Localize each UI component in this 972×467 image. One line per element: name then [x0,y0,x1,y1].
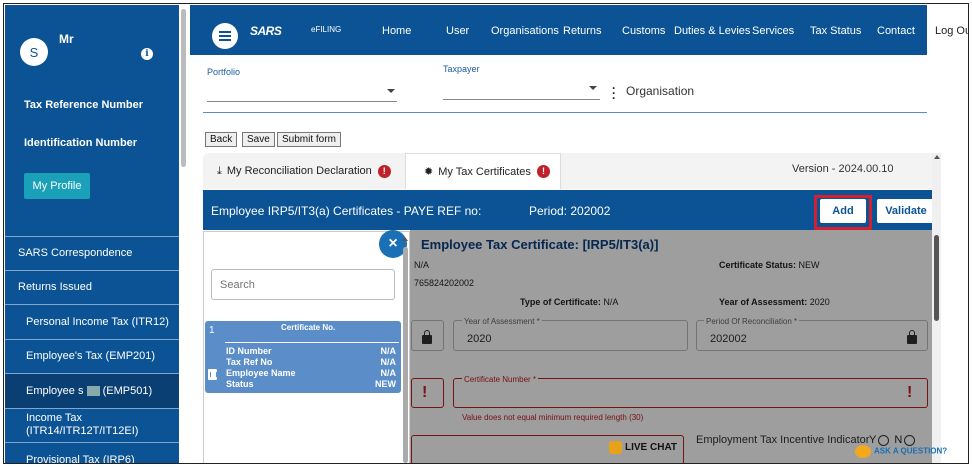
divider [5,339,179,340]
nav-services[interactable]: Services [752,25,794,37]
divider [225,342,399,343]
sidebar-scrollbar[interactable] [180,5,188,463]
scroll-thumb[interactable] [403,247,408,463]
top-nav: SARS eFILING Home User Organisations Ret… [190,5,968,55]
divider [5,236,179,237]
sidebar-item-label: Employee s [26,385,84,397]
scroll-thumb[interactable] [934,235,939,321]
card-row: Tax Ref No N/A [226,357,396,367]
tab-label: My Tax Certificates [438,165,531,178]
user-name: Mr [59,32,74,46]
nav-customs[interactable]: Customs [622,25,665,37]
download-icon: ⤓ [217,164,222,177]
submit-form-button[interactable]: Submit form [277,132,341,147]
nav-user[interactable]: User [446,25,469,37]
identification-number-label: Identification Number [24,137,138,149]
gear-icon: ✹ [424,166,434,178]
scroll-up-icon[interactable] [934,155,940,159]
ask-question-label: ASK A QUESTION? [874,446,948,456]
organisation-label: Organisation [626,84,695,98]
divider [5,270,179,271]
hamburger-menu-icon[interactable] [212,23,238,49]
certificate-list-panel: × 1 Certificate No. ID NumberN/A Tax Ref… [203,230,410,463]
search-input[interactable] [211,269,395,300]
sidebar: S Mr i Tax Reference Number Identificati… [5,5,179,463]
highlight-box [814,195,872,230]
certificates-title: Employee IRP5/IT3(a) Certificates - PAYE… [211,204,482,218]
panel-scrollbar[interactable] [402,237,409,463]
divider [5,304,179,305]
tax-reference-label: Tax Reference Number [24,99,144,111]
sidebar-item-returns-issued[interactable]: Returns Issued [5,281,179,293]
sidebar-item-label: (EMP501) [102,385,153,397]
portfolio-label: Portfolio [207,67,241,77]
tab-label: My Reconciliation Declaration [226,165,372,177]
sidebar-item-itr12[interactable]: Personal Income Tax (ITR12) [5,316,179,328]
card-header: Certificate No. [281,323,336,332]
modal-overlay [410,230,941,463]
avatar[interactable]: S [20,38,48,66]
sidebar-item-emp201[interactable]: Employee's Tax (EMP201) [5,350,179,362]
redacted-block [86,386,100,397]
chat-icon [609,441,622,454]
card-row: Employee Name N/A [226,368,396,378]
sidebar-item-irp6[interactable]: Provisional Tax (IRP6) [5,454,179,463]
chevron-down-icon[interactable] [387,89,395,93]
taxpayer-select[interactable] [443,99,600,100]
sidebar-item-emp501[interactable]: Employee s (EMP501) [5,374,179,408]
scroll-up-icon[interactable] [402,237,408,241]
card-row: ID Number N/A [226,346,396,356]
error-badge: ! [377,164,391,178]
certificate-card[interactable]: 1 Certificate No. ID Number N/A Tax Ref N… [205,321,401,393]
scroll-thumb[interactable] [181,9,186,167]
nav-returns[interactable]: Returns [563,25,602,37]
divider [203,112,927,113]
nav-organisations[interactable]: Organisations [491,25,559,37]
main-scrollbar[interactable] [932,153,941,463]
efiling-logo: eFILING [311,25,342,34]
nav-duties-levies[interactable]: Duties & Levies [674,25,750,37]
taxpayer-label: Taxpayer [443,64,480,74]
sidebar-item-label: (ITR14/ITR12T/IT12EI) [26,425,139,437]
error-badge: ! [536,165,550,178]
trash-icon[interactable] [208,369,217,380]
info-icon[interactable]: i [141,48,153,60]
divider [5,408,179,409]
live-chat-label: LIVE CHAT [625,442,678,454]
nav-tax-status[interactable]: Tax Status [810,25,861,37]
tab-tax-certificates[interactable]: ✹ My Tax Certificates ! [405,153,561,189]
speech-bubble-icon [855,445,871,458]
nav-contact[interactable]: Contact [877,25,915,37]
version-label: Version - 2024.00.10 [792,163,894,175]
back-button[interactable]: Back [205,132,238,147]
chevron-down-icon[interactable] [589,86,597,90]
my-profile-button[interactable]: My Profile [24,173,90,199]
nav-home[interactable]: Home [382,25,411,37]
sidebar-item-sars-correspondence[interactable]: SARS Correspondence [5,247,179,259]
sidebar-item-income-tax[interactable]: Income Tax (ITR14/ITR12T/IT12EI) [5,412,179,438]
card-row: Status NEW [226,379,396,389]
portfolio-select[interactable] [207,101,397,102]
divider [5,442,179,443]
logout-button[interactable]: Log Out [927,5,968,55]
live-chat-button[interactable]: LIVE CHAT [609,441,677,454]
ask-question-button[interactable]: ASK A QUESTION? [855,445,947,458]
card-index: 1 [209,325,215,336]
tab-reconciliation-declaration[interactable]: ⤓ My Reconciliation Declaration ! [217,153,391,189]
period-label: Period: 202002 [529,204,611,218]
sars-logo: SARS [250,24,282,38]
sidebar-item-label: Income Tax [26,412,83,424]
save-button[interactable]: Save [242,132,275,147]
kebab-menu-icon[interactable]: · · · [612,82,616,104]
validate-button[interactable]: Validate [876,198,936,224]
